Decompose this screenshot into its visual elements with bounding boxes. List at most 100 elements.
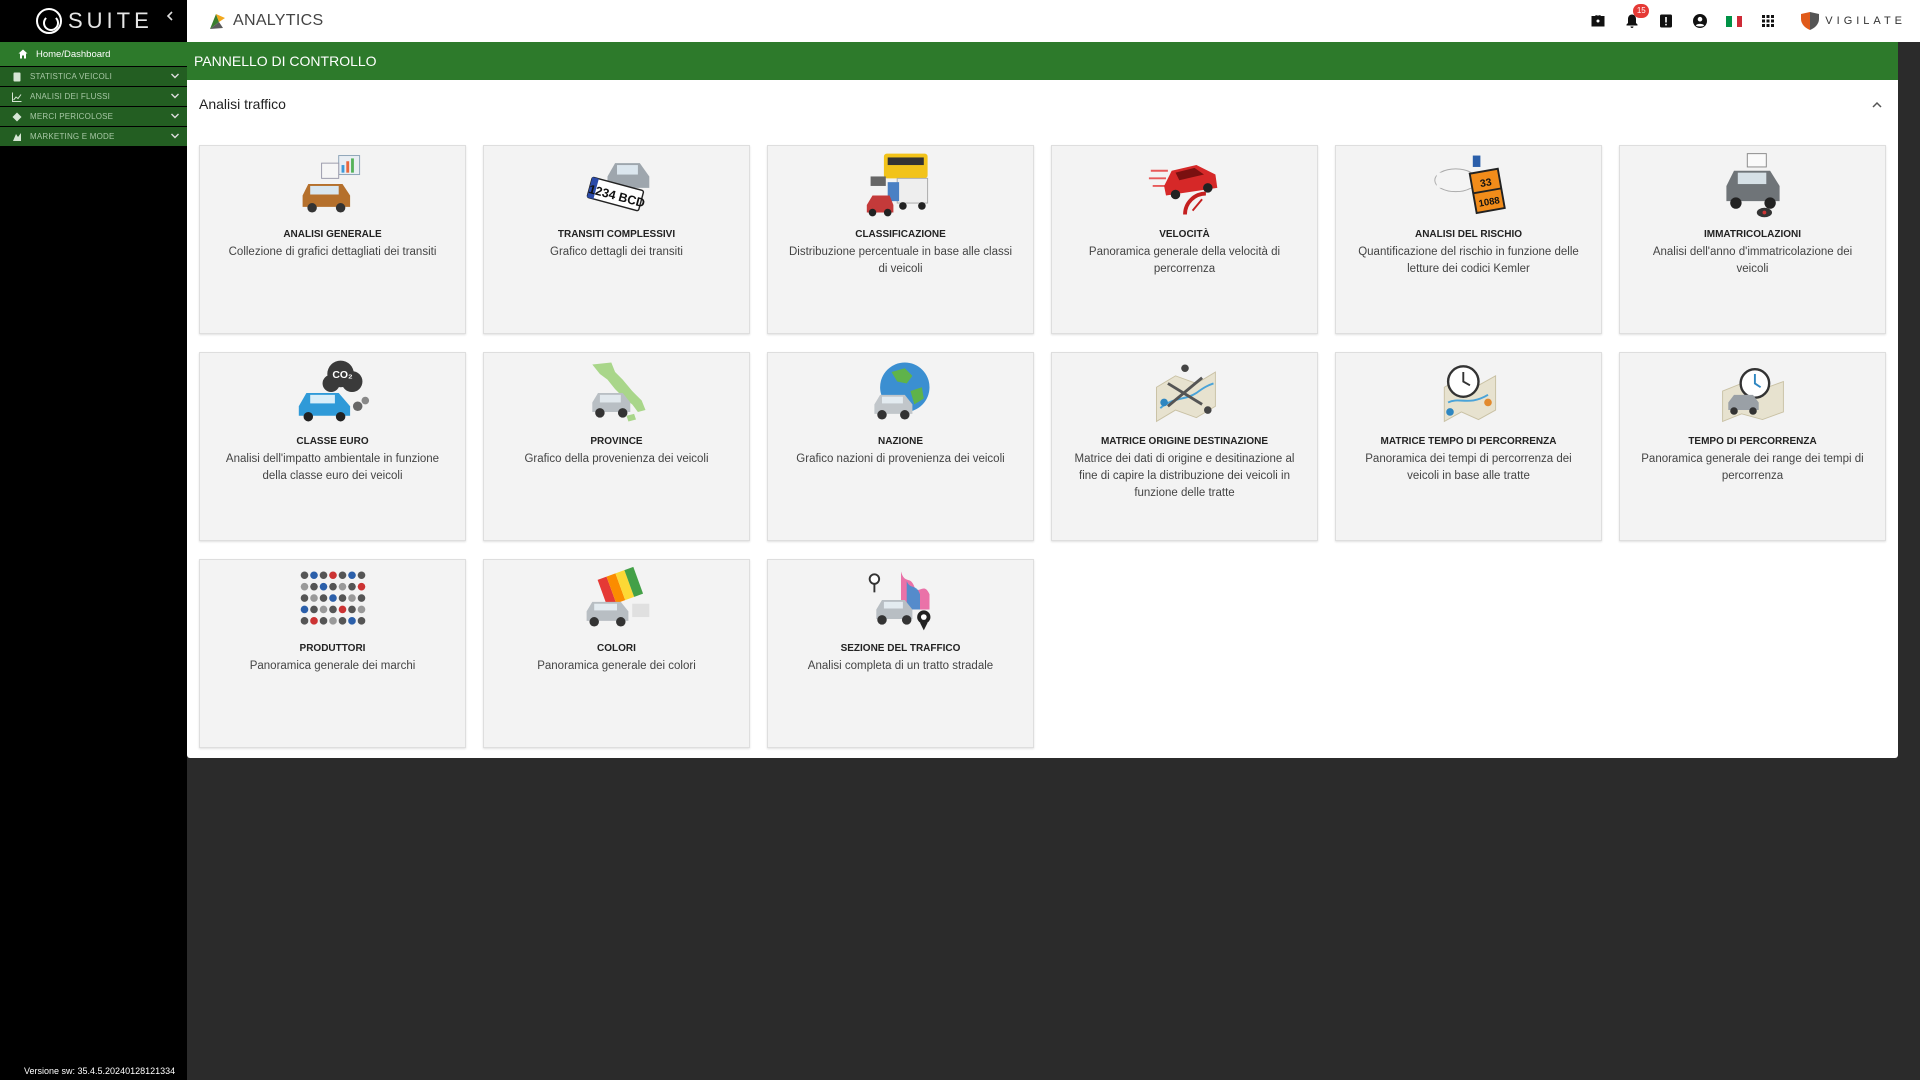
sidebar-item-label: Home/Dashboard (36, 48, 111, 60)
card-title: MATRICE ORIGINE DESTINAZIONE (1100, 436, 1269, 447)
card-description: Quantificazione del rischio in funzione … (1358, 246, 1579, 275)
brand-text: VIGILATE (1825, 15, 1906, 27)
card-description: Panoramica dei tempi di percorrenza dei … (1365, 453, 1572, 482)
province-icon (591, 362, 645, 422)
sidebar: SUITE Home/Dashboard STATISTICA VEICOLI … (0, 0, 187, 1080)
card-title: ANALISI DEL RISCHIO (1414, 229, 1523, 240)
sidebar-item-marketing-e-mode[interactable]: MARKETING E MODE (0, 127, 187, 146)
card-title: NAZIONE (878, 436, 923, 447)
card-description: Collezione di grafici dettagliati dei tr… (228, 246, 437, 258)
chevron-down-icon (171, 113, 179, 119)
flag-stripe-red (1736, 15, 1743, 27)
card-nazione[interactable]: NAZIONE Grafico nazioni di provenienza d… (767, 352, 1034, 541)
user-account-button[interactable] (1689, 10, 1711, 32)
vigilate-brand[interactable]: VIGILATE (1799, 10, 1906, 32)
analytics-logo-icon (210, 14, 225, 29)
card-title: PROVINCE (590, 436, 643, 447)
home-icon (18, 49, 28, 59)
top-bar: ANALYTICS 15 VIGILATE (187, 0, 1920, 42)
italy-flag-icon (1726, 15, 1743, 27)
matrice-origine-destinazione-icon (1155, 364, 1216, 423)
card-velocita[interactable]: VELOCITÀ Panoramica generale della veloc… (1051, 145, 1318, 334)
sezione-del-traffico-icon (868, 571, 930, 631)
suite-logo[interactable]: SUITE (0, 0, 187, 42)
kemler-code-text: 33 (1479, 177, 1493, 190)
sidebar-item-label: ANALISI DEI FLUSSI (30, 92, 111, 101)
hazard-diamond-icon (12, 112, 22, 121)
vigilate-shield-icon (1801, 12, 1820, 30)
analisi-del-rischio-icon: 33 1088 (1433, 155, 1506, 215)
card-description: Grafico dettagli dei transiti (550, 246, 683, 258)
card-description: Analisi dell'impatto ambientale in funzi… (225, 453, 440, 482)
card-matrice-tempo-di-percorrenza[interactable]: MATRICE TEMPO DI PERCORRENZA Panoramica … (1335, 352, 1602, 541)
document-icon (13, 72, 21, 81)
chevron-up-icon (1872, 101, 1882, 108)
sidebar-item-merci-pericolose[interactable]: MERCI PERICOLOSE (0, 107, 187, 126)
card-title: MATRICE TEMPO DI PERCORRENZA (1380, 436, 1557, 447)
chevron-down-icon (171, 133, 179, 139)
card-immatricolazioni[interactable]: IMMATRICOLAZIONI Analisi dell'anno d'imm… (1619, 145, 1886, 334)
produttori-brand-logos-icon (300, 571, 365, 625)
sidebar-item-statistica-veicoli[interactable]: STATISTICA VEICOLI (0, 67, 187, 86)
card-title: TRANSITI COMPLESSIVI (557, 229, 676, 240)
page-title: PANNELLO DI CONTROLLO (187, 42, 1898, 80)
suite-logo-text: SUITE (68, 8, 153, 33)
analisi-generale-icon (302, 155, 360, 213)
sidebar-item-analisi-dei-flussi[interactable]: ANALISI DEI FLUSSI (0, 87, 187, 106)
card-description: Panoramica generale dei marchi (249, 660, 416, 672)
card-description: Panoramica generale dei colori (537, 660, 696, 672)
notifications-button[interactable]: 15 (1621, 4, 1650, 32)
collapse-sidebar-button[interactable] (160, 8, 180, 28)
card-description: Panoramica generale della velocità di pe… (1088, 246, 1281, 275)
apps-grid-icon (1762, 15, 1775, 27)
card-transiti-complessivi[interactable]: 1234 BCD TRANSITI COMPLESSIVI Grafico de… (483, 145, 750, 334)
app-title[interactable]: ANALYTICS (207, 10, 323, 32)
chevron-down-icon (171, 93, 179, 99)
briefcase-icon (1591, 15, 1605, 27)
classe-euro-icon: CO₂ (298, 360, 369, 422)
card-title: IMMATRICOLAZIONI (1703, 229, 1802, 240)
card-sezione-del-traffico[interactable]: SEZIONE DEL TRAFFICO Analisi completa di… (767, 559, 1034, 748)
card-produttori[interactable]: PRODUTTORI Panoramica generale dei march… (199, 559, 466, 748)
alerts-button[interactable] (1655, 10, 1677, 32)
card-title: PRODUTTORI (299, 643, 366, 654)
card-province[interactable]: PROVINCE Grafico della provenienza dei v… (483, 352, 750, 541)
immatricolazioni-icon (1725, 153, 1780, 218)
briefcase-button[interactable] (1587, 10, 1609, 32)
colori-palette-icon (586, 566, 649, 627)
card-description: Grafico della provenienza dei veicoli (524, 453, 709, 465)
card-title: SEZIONE DEL TRAFFICO (840, 643, 961, 654)
matrice-tempo-di-percorrenza-icon (1443, 365, 1496, 423)
software-version: Versione sw: 35.4.5.20240128121334 (24, 1066, 176, 1076)
card-description: Analisi dell'anno d'immatricolazione dei… (1652, 246, 1853, 275)
line-chart-icon (12, 92, 22, 102)
tempo-di-percorrenza-icon (1721, 368, 1784, 423)
card-analisi-del-rischio[interactable]: 33 1088 ANALISI DEL RISCHIO Quantificazi… (1335, 145, 1602, 334)
panel-title: Analisi traffico (199, 96, 286, 112)
card-description: Analisi completa di un tratto stradale (807, 660, 994, 672)
apps-menu-button[interactable] (1757, 10, 1779, 32)
card-colori[interactable]: COLORI Panoramica generale dei colori (483, 559, 750, 748)
classificazione-icon (866, 153, 928, 217)
card-title: ANALISI GENERALE (283, 229, 382, 240)
transiti-complessivi-icon: 1234 BCD (586, 163, 649, 212)
card-classificazione[interactable]: CLASSIFICAZIONE Distribuzione percentual… (767, 145, 1034, 334)
alert-icon (1660, 14, 1673, 28)
nazione-icon (873, 362, 929, 420)
card-description: Panoramica generale dei range dei tempi … (1641, 453, 1864, 482)
card-tempo-di-percorrenza[interactable]: TEMPO DI PERCORRENZA Panoramica generale… (1619, 352, 1886, 541)
card-title: COLORI (597, 643, 636, 654)
language-button[interactable] (1723, 10, 1745, 32)
suite-logo-icon (36, 8, 62, 34)
notification-count-badge: 15 (1633, 4, 1650, 18)
app-title-text: ANALYTICS (233, 12, 324, 29)
chevron-left-icon (166, 11, 173, 21)
card-matrice-origine-destinazione[interactable]: MATRICE ORIGINE DESTINAZIONE Matrice dei… (1051, 352, 1318, 541)
sidebar-item-home[interactable]: Home/Dashboard (0, 42, 187, 66)
velocita-icon (1148, 165, 1217, 215)
analisi-traffico-panel: Analisi traffico ANALISI GENERALE Collez… (187, 80, 1898, 758)
card-classe-euro[interactable]: CO₂ CLASSE EURO Analisi dell'impatto amb… (199, 352, 466, 541)
chevron-down-icon (171, 73, 179, 79)
card-analisi-generale[interactable]: ANALISI GENERALE Collezione di grafici d… (199, 145, 466, 334)
collapse-panel-button[interactable] (1870, 98, 1884, 112)
